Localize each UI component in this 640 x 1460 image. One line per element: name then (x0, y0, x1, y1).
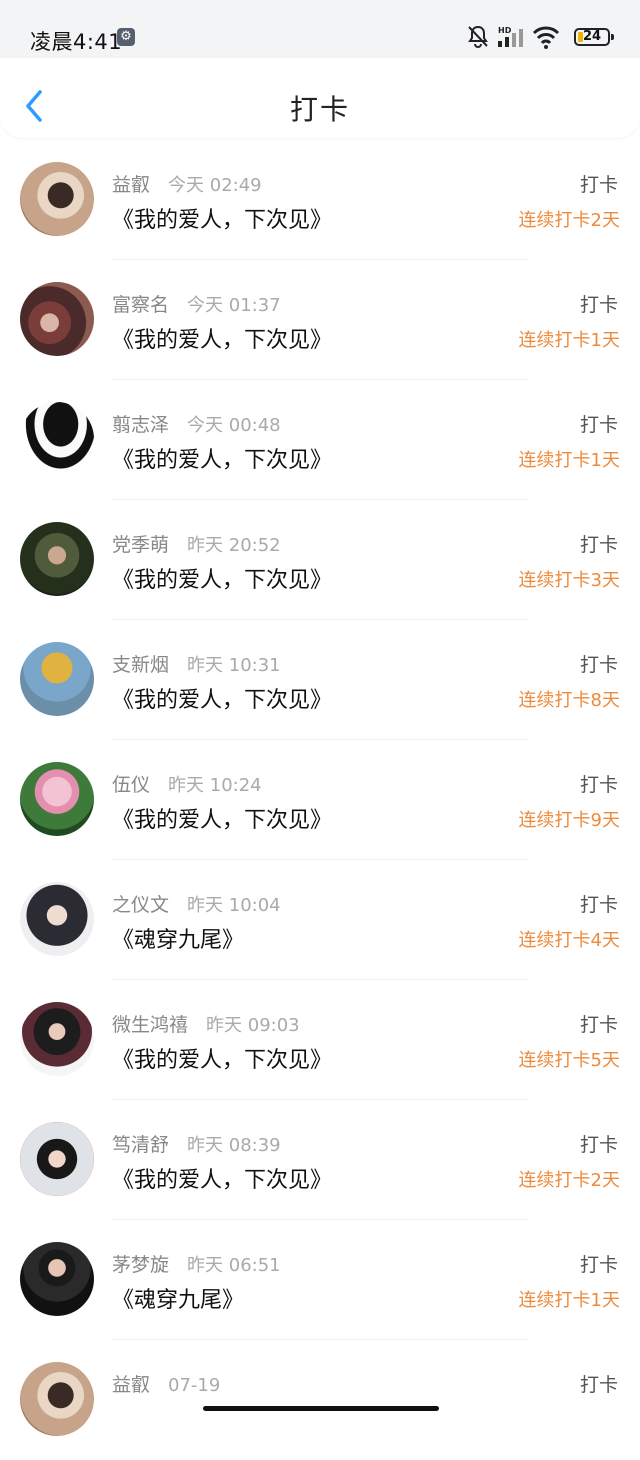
action-label: 打卡 (579, 774, 618, 796)
streak-label: 连续打卡3天 (518, 570, 620, 591)
book-title[interactable]: 《我的爱人，下次见》 (112, 562, 332, 594)
action-label: 打卡 (579, 294, 618, 316)
list-item[interactable]: 笃清舒 昨天 08:39 《我的爱人，下次见》 打卡 连续打卡2天 (0, 1100, 640, 1220)
list-item[interactable]: 益叡 今天 02:49 《我的爱人，下次见》 打卡 连续打卡2天 (0, 140, 640, 260)
svg-text:HD: HD (498, 26, 512, 35)
action-label: 打卡 (579, 534, 618, 556)
avatar[interactable] (20, 522, 94, 596)
battery-level: 24 (583, 29, 602, 44)
list-item[interactable]: 之仪文 昨天 10:04 《魂穿九尾》 打卡 连续打卡4天 (0, 860, 640, 980)
avatar[interactable] (20, 1242, 94, 1316)
user-name[interactable]: 支新烟 昨天 10:31 (112, 650, 281, 677)
avatar[interactable] (20, 762, 94, 836)
streak-label: 连续打卡1天 (518, 330, 620, 351)
bell-off-icon (468, 25, 488, 48)
checkin-time: 今天 01:37 (187, 295, 281, 316)
list-item[interactable]: 翦志泽 今天 00:48 《我的爱人，下次见》 打卡 连续打卡1天 (0, 380, 640, 500)
avatar[interactable] (20, 1122, 94, 1196)
avatar[interactable] (20, 282, 94, 356)
avatar[interactable] (20, 1002, 94, 1076)
action-label: 打卡 (579, 1134, 618, 1156)
avatar[interactable] (20, 882, 94, 956)
action-label: 打卡 (579, 1254, 618, 1276)
book-title[interactable]: 《我的爱人，下次见》 (112, 322, 332, 354)
action-label: 打卡 (579, 1374, 618, 1396)
home-indicator[interactable] (203, 1406, 439, 1411)
streak-label: 连续打卡4天 (518, 930, 620, 951)
wifi-icon (532, 26, 560, 49)
user-name[interactable]: 益叡 07-19 (112, 1370, 220, 1397)
page-title: 打卡 (289, 93, 350, 126)
list-item[interactable]: 微生鸿禧 昨天 09:03 《我的爱人，下次见》 打卡 连续打卡5天 (0, 980, 640, 1100)
avatar[interactable] (20, 642, 94, 716)
user-name[interactable]: 微生鸿禧 昨天 09:03 (112, 1010, 300, 1037)
nav-header: 打卡 (0, 58, 640, 138)
user-name[interactable]: 党季萌 昨天 20:52 (112, 530, 281, 557)
list-item[interactable]: 支新烟 昨天 10:31 《我的爱人，下次见》 打卡 连续打卡8天 (0, 620, 640, 740)
user-name[interactable]: 翦志泽 今天 00:48 (112, 410, 281, 437)
checkin-time: 昨天 20:52 (187, 535, 281, 556)
avatar[interactable] (20, 162, 94, 236)
streak-label: 连续打卡1天 (518, 1290, 620, 1311)
checkin-time: 昨天 10:31 (187, 655, 281, 676)
status-icons: HD 24 (466, 24, 616, 52)
status-time: 凌晨4:41 (30, 30, 123, 54)
book-title[interactable]: 《我的爱人，下次见》 (112, 442, 332, 474)
action-label: 打卡 (579, 894, 618, 916)
signal-icon: HD (498, 26, 523, 47)
avatar[interactable] (20, 1362, 94, 1436)
user-name[interactable]: 之仪文 昨天 10:04 (112, 890, 281, 917)
user-name[interactable]: 笃清舒 昨天 08:39 (112, 1130, 281, 1157)
action-label: 打卡 (579, 174, 618, 196)
checkin-time: 昨天 09:03 (206, 1015, 300, 1036)
list-item[interactable]: 益叡 07-19 打卡 (0, 1340, 640, 1460)
list-item[interactable]: 茅梦旋 昨天 06:51 《魂穿九尾》 打卡 连续打卡1天 (0, 1220, 640, 1340)
streak-label: 连续打卡2天 (518, 210, 620, 231)
book-title[interactable]: 《我的爱人，下次见》 (112, 1162, 332, 1194)
checkin-time: 07-19 (168, 1375, 221, 1396)
checkin-time: 昨天 10:04 (187, 895, 281, 916)
gear-icon: ⚙ (117, 28, 135, 46)
user-name[interactable]: 益叡 今天 02:49 (112, 170, 262, 197)
checkin-time: 今天 00:48 (187, 415, 281, 436)
list-item[interactable]: 伍仪 昨天 10:24 《我的爱人，下次见》 打卡 连续打卡9天 (0, 740, 640, 860)
battery-icon: 24 (574, 28, 614, 46)
book-title[interactable]: 《我的爱人，下次见》 (112, 202, 332, 234)
streak-label: 连续打卡5天 (518, 1050, 620, 1071)
user-name[interactable]: 富察名 今天 01:37 (112, 290, 281, 317)
streak-label: 连续打卡9天 (518, 810, 620, 831)
streak-label: 连续打卡8天 (518, 690, 620, 711)
list-item[interactable]: 富察名 今天 01:37 《我的爱人，下次见》 打卡 连续打卡1天 (0, 260, 640, 380)
book-title[interactable]: 《我的爱人，下次见》 (112, 1042, 332, 1074)
book-title[interactable]: 《我的爱人，下次见》 (112, 802, 332, 834)
action-label: 打卡 (579, 414, 618, 436)
streak-label: 连续打卡2天 (518, 1170, 620, 1191)
list-item[interactable]: 党季萌 昨天 20:52 《我的爱人，下次见》 打卡 连续打卡3天 (0, 500, 640, 620)
checkin-time: 今天 02:49 (168, 175, 262, 196)
user-name[interactable]: 茅梦旋 昨天 06:51 (112, 1250, 281, 1277)
action-label: 打卡 (579, 1014, 618, 1036)
book-title[interactable]: 《魂穿九尾》 (112, 922, 244, 954)
book-title[interactable]: 《魂穿九尾》 (112, 1282, 244, 1314)
checkin-list: 益叡 今天 02:49 《我的爱人，下次见》 打卡 连续打卡2天 富察名 今天 01… (0, 140, 640, 1460)
checkin-time: 昨天 08:39 (187, 1135, 281, 1156)
checkin-time: 昨天 06:51 (187, 1255, 281, 1276)
checkin-time: 昨天 10:24 (168, 775, 262, 796)
streak-label: 连续打卡1天 (518, 450, 620, 471)
action-label: 打卡 (579, 654, 618, 676)
avatar[interactable] (20, 402, 94, 476)
user-name[interactable]: 伍仪 昨天 10:24 (112, 770, 262, 797)
book-title[interactable]: 《我的爱人，下次见》 (112, 682, 332, 714)
